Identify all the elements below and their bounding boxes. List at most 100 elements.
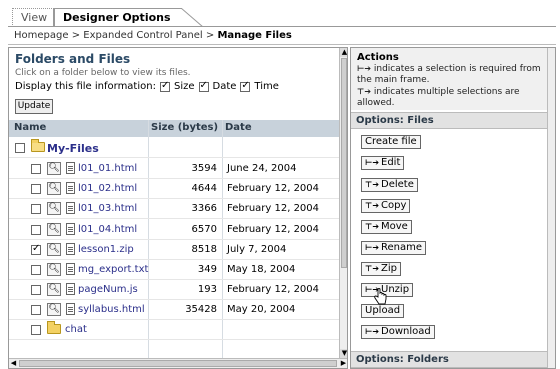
- col-date-header[interactable]: Date: [225, 122, 252, 133]
- scroll-thumb[interactable]: [341, 58, 347, 268]
- button-label: Edit: [381, 157, 401, 168]
- button-label: Zip: [381, 263, 397, 274]
- folder-name[interactable]: My-Files: [47, 142, 99, 155]
- row-checkbox[interactable]: [31, 325, 41, 335]
- file-date: June 24, 2004: [227, 163, 297, 174]
- file-date: February 12, 2004: [227, 203, 320, 215]
- file-row: 🔍︎ syllabus.html 35428 May 20, 2004: [9, 300, 339, 321]
- multi-select-arrow-icon: ⊤➔: [365, 180, 380, 189]
- upload-button[interactable]: Upload: [361, 304, 405, 318]
- horizontal-scrollbar[interactable]: ◀ ▶: [9, 358, 347, 368]
- magnifier-icon[interactable]: 🔍︎: [47, 182, 61, 196]
- file-size: 8518: [191, 243, 217, 255]
- single-select-arrow-icon: ⊢➔: [365, 158, 380, 167]
- move-button[interactable]: ⊤➔ Move: [361, 220, 412, 234]
- file-icon: [66, 202, 75, 215]
- magnifier-icon[interactable]: 🔍︎: [47, 222, 61, 236]
- update-button[interactable]: Update: [15, 99, 53, 114]
- scroll-left-icon[interactable]: ◀: [9, 359, 18, 368]
- actions-note-multi: indicates multiple selections are allowe…: [357, 87, 520, 108]
- magnifier-icon[interactable]: 🔍︎: [47, 283, 61, 297]
- row-checkbox[interactable]: [31, 164, 41, 174]
- size-label: Size: [173, 81, 195, 92]
- actions-title: Actions: [357, 52, 399, 63]
- panel-title: Folders and Files: [15, 52, 131, 66]
- scroll-down-icon[interactable]: ▼: [340, 349, 347, 358]
- options-files-header: Options: Files: [351, 112, 547, 129]
- breadcrumb: Homepage > Expanded Control Panel > Mana…: [8, 27, 556, 45]
- row-checkbox[interactable]: [31, 305, 41, 316]
- scroll-thumb[interactable]: [19, 360, 337, 367]
- date-label: Date: [212, 81, 237, 92]
- row-checkbox[interactable]: [31, 285, 41, 296]
- actions-panel: Actions ⊢➔ indicates a selection is requ…: [350, 47, 556, 369]
- tab-designer-options[interactable]: Designer Options: [54, 8, 182, 27]
- col-name-header[interactable]: Name: [14, 122, 46, 133]
- file-date: July 7, 2004: [227, 243, 287, 255]
- folders-files-panel: Folders and Files Click on a folder belo…: [8, 47, 348, 369]
- multi-select-arrow-icon: ⊤➔: [357, 87, 372, 96]
- file-row: 🔍︎ l01_04.html 6570 February 12, 2004: [9, 220, 339, 240]
- file-size: 3594: [191, 163, 217, 174]
- time-checkbox[interactable]: [240, 80, 251, 92]
- file-name[interactable]: lesson1.zip: [78, 244, 134, 255]
- row-checkbox[interactable]: [31, 265, 41, 275]
- folder-name[interactable]: chat: [65, 324, 87, 335]
- file-row: 🔍︎ lesson1.zip 8518 July 7, 2004: [9, 240, 339, 260]
- display-options: Display this file information: Size Date…: [15, 80, 279, 93]
- tab-view[interactable]: View: [12, 8, 54, 27]
- edit-button[interactable]: ⊢➔ Edit: [361, 156, 405, 170]
- row-checkbox[interactable]: [31, 184, 41, 195]
- row-checkbox[interactable]: [15, 143, 25, 153]
- single-select-arrow-icon: ⊢➔: [365, 243, 380, 252]
- magnifier-icon[interactable]: 🔍︎: [47, 202, 61, 216]
- button-label: Copy: [381, 200, 407, 211]
- multi-select-arrow-icon: ⊤➔: [365, 201, 380, 210]
- file-name[interactable]: l01_03.html: [78, 203, 137, 214]
- file-name[interactable]: syllabus.html: [78, 304, 145, 315]
- magnifier-icon[interactable]: 🔍︎: [47, 242, 61, 256]
- file-size: 4644: [191, 183, 217, 195]
- breadcrumb-home[interactable]: Homepage: [14, 30, 69, 41]
- copy-button[interactable]: ⊤➔ Copy: [361, 199, 411, 213]
- file-name[interactable]: pageNum.js: [78, 284, 138, 295]
- scroll-up-icon[interactable]: ▲: [340, 48, 347, 57]
- magnifier-icon[interactable]: 🔍︎: [47, 263, 61, 276]
- right-vertical-scrollbar[interactable]: [547, 48, 555, 368]
- file-size: 349: [197, 264, 217, 275]
- row-checkbox[interactable]: [31, 204, 41, 215]
- col-size-header[interactable]: Size (bytes): [151, 122, 218, 133]
- file-name[interactable]: l01_02.html: [78, 183, 137, 194]
- magnifier-icon[interactable]: 🔍︎: [47, 162, 61, 175]
- create-file-button[interactable]: Create file: [361, 135, 421, 149]
- file-name[interactable]: l01_01.html: [78, 163, 137, 174]
- tab-slant: [181, 8, 204, 27]
- unzip-button[interactable]: ⊢➔ Unzip: [361, 283, 414, 297]
- file-date: May 20, 2004: [227, 304, 296, 316]
- magnifier-icon[interactable]: 🔍︎: [47, 303, 61, 317]
- vertical-scrollbar[interactable]: ▲ ▼: [339, 48, 347, 358]
- tab-bar: View Designer Options: [8, 4, 556, 27]
- row-checkbox[interactable]: [31, 243, 41, 255]
- folder-icon: [47, 321, 61, 334]
- breadcrumb-panel[interactable]: Expanded Control Panel: [83, 30, 202, 41]
- row-checkbox[interactable]: [31, 224, 41, 235]
- file-icon: [66, 283, 75, 296]
- file-row: 🔍︎ l01_01.html 3594 June 24, 2004: [9, 159, 339, 179]
- options-folders-header: Options: Folders: [351, 351, 547, 368]
- file-name[interactable]: mg_export.txt: [78, 264, 148, 275]
- file-name[interactable]: l01_04.html: [78, 224, 137, 235]
- scroll-right-icon[interactable]: ▶: [339, 359, 347, 368]
- button-label: Move: [381, 221, 408, 232]
- download-button[interactable]: ⊢➔ Download: [361, 325, 435, 339]
- file-icon: [66, 242, 75, 255]
- rename-button[interactable]: ⊢➔ Rename: [361, 241, 427, 255]
- file-date: May 18, 2004: [227, 264, 296, 275]
- file-size: 193: [197, 284, 217, 296]
- date-checkbox[interactable]: [198, 80, 209, 92]
- size-checkbox[interactable]: [159, 80, 170, 92]
- delete-button[interactable]: ⊤➔ Delete: [361, 178, 418, 192]
- zip-button[interactable]: ⊤➔ Zip: [361, 262, 401, 276]
- button-label: Download: [381, 326, 431, 337]
- file-row: 🔍︎ pageNum.js 193 February 12, 2004: [9, 280, 339, 301]
